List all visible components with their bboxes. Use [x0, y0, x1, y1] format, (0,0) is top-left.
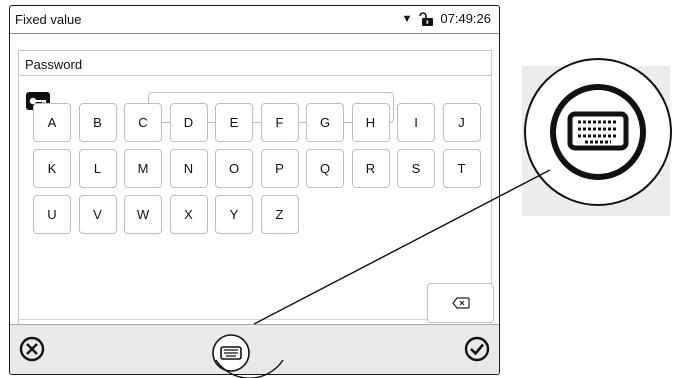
window-title: Fixed value — [15, 12, 82, 27]
backspace-button[interactable] — [427, 283, 494, 323]
magnified-keyboard-callout — [524, 58, 672, 206]
password-panel: Password ABCDEFGHIJ KLMNOPQRST UVWXYZ — [18, 50, 494, 330]
key-g[interactable]: G — [306, 103, 344, 142]
key-o[interactable]: O — [215, 149, 253, 188]
key-c[interactable]: C — [124, 103, 162, 142]
key-t[interactable]: T — [442, 149, 481, 188]
dialog-frame: Fixed value ▼ 07:49:26 Password ABCDEFGH… — [9, 5, 500, 375]
clock: 07:49:26 — [440, 11, 491, 26]
key-s[interactable]: S — [397, 149, 435, 188]
key-v[interactable]: V — [78, 195, 117, 234]
footer-bar — [10, 324, 499, 374]
password-label: Password — [25, 57, 83, 72]
keyboard-icon[interactable] — [206, 328, 256, 375]
key-y[interactable]: Y — [215, 195, 253, 234]
checkmark-icon[interactable] — [463, 335, 491, 363]
key-f[interactable]: F — [260, 103, 299, 142]
key-z[interactable]: Z — [260, 195, 299, 234]
key-m[interactable]: M — [124, 149, 162, 188]
panel-header: Password — [19, 51, 491, 76]
caret-down-icon[interactable]: ▼ — [402, 13, 413, 25]
key-x[interactable]: X — [169, 195, 208, 234]
key-u[interactable]: U — [33, 195, 71, 234]
cancel-icon[interactable] — [18, 335, 46, 363]
key-e[interactable]: E — [215, 103, 253, 142]
title-bar: Fixed value ▼ 07:49:26 — [10, 6, 499, 34]
keyboard-icon — [550, 84, 646, 180]
key-l[interactable]: L — [78, 149, 117, 188]
unlocked-padlock-icon — [419, 11, 434, 26]
backspace-icon — [451, 297, 470, 309]
key-h[interactable]: H — [351, 103, 390, 142]
divider — [19, 319, 491, 320]
key-b[interactable]: B — [78, 103, 117, 142]
status-area: ▼ 07:49:26 — [402, 11, 492, 26]
key-i[interactable]: I — [397, 103, 435, 142]
key-q[interactable]: Q — [306, 149, 344, 188]
key-d[interactable]: D — [169, 103, 208, 142]
key-w[interactable]: W — [124, 195, 162, 234]
key-j[interactable]: J — [442, 103, 481, 142]
key-r[interactable]: R — [351, 149, 390, 188]
key-n[interactable]: N — [169, 149, 208, 188]
key-k[interactable]: K — [33, 149, 71, 188]
key-a[interactable]: A — [33, 103, 71, 142]
key-p[interactable]: P — [260, 149, 299, 188]
